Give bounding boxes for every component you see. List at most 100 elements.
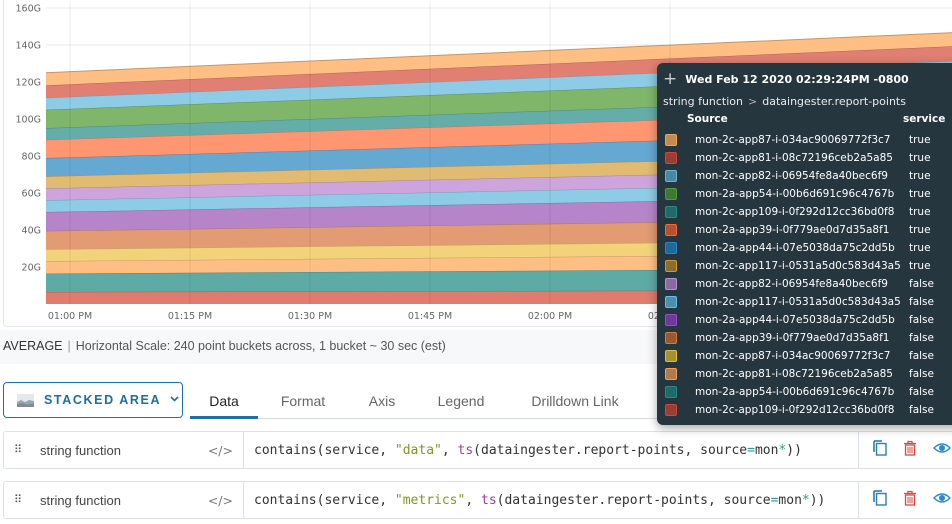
series-color-swatch bbox=[665, 350, 677, 362]
service-value: true bbox=[909, 206, 931, 218]
tooltip-row: mon-2c-app82-i-06954fe8a40bec6f9 false bbox=[657, 275, 952, 293]
query-token: contains(service, bbox=[254, 442, 395, 458]
y-tick-label: 160G bbox=[16, 4, 42, 15]
source-name: mon-2c-app81-i-08c72196ceb2a5a85 bbox=[695, 368, 893, 380]
series-color-swatch bbox=[665, 278, 677, 290]
tab-drilldown-link[interactable]: Drilldown Link bbox=[506, 382, 644, 419]
service-value: true bbox=[909, 242, 931, 254]
query-name-cell: ⠿ string function </> bbox=[4, 432, 244, 468]
source-name: mon-2c-app82-i-06954fe8a40bec6f9 bbox=[695, 170, 888, 182]
horizontal-scale-text: Horizontal Scale: 240 point buckets acro… bbox=[75, 339, 446, 353]
source-name: mon-2a-app44-i-07e5038da75c2dd5b bbox=[695, 314, 895, 326]
stacked-area-icon bbox=[17, 393, 34, 407]
query-row: ⠿ string function </> contains(service, … bbox=[3, 481, 952, 519]
tooltip-row: mon-2c-app117-i-0531a5d0c583d43a5 false bbox=[657, 293, 952, 311]
delete-icon[interactable] bbox=[903, 440, 917, 461]
series-color-swatch bbox=[665, 206, 677, 218]
chart-type-dropdown[interactable]: STACKED AREA bbox=[3, 382, 183, 418]
eye-icon[interactable] bbox=[933, 491, 951, 509]
code-toggle-icon[interactable]: </> bbox=[208, 493, 233, 508]
source-name: mon-2c-app109-i-0f292d12cc36bd0f8 bbox=[695, 404, 895, 416]
tab-legend[interactable]: Legend bbox=[416, 382, 506, 419]
copy-icon[interactable] bbox=[873, 489, 887, 511]
copy-icon[interactable] bbox=[873, 439, 887, 461]
query-token: (dataingester.report-points, source bbox=[473, 442, 748, 458]
query-token: "data" bbox=[394, 442, 442, 458]
series-color-swatch bbox=[665, 134, 677, 146]
y-tick-label: 60G bbox=[22, 189, 41, 200]
hover-tooltip: + Wed Feb 12 2020 02:29:24PM -0800 strin… bbox=[657, 63, 952, 425]
tab-format[interactable]: Format bbox=[258, 382, 348, 419]
query-actions bbox=[859, 432, 951, 468]
query-name[interactable]: string function bbox=[40, 443, 121, 458]
x-tick-label: 01:00 PM bbox=[48, 311, 92, 322]
tooltip-metric-name: dataingester.report-points bbox=[762, 95, 906, 108]
query-token: "metrics" bbox=[394, 492, 466, 508]
drag-handle-icon[interactable]: ⠿ bbox=[14, 445, 28, 456]
aggregation-label: AVERAGE bbox=[3, 339, 63, 353]
x-tick-label: 01:15 PM bbox=[168, 311, 212, 322]
tab-axis[interactable]: Axis bbox=[348, 382, 416, 419]
service-value: true bbox=[909, 152, 931, 164]
service-value: true bbox=[909, 134, 931, 146]
query-token: mon bbox=[754, 442, 779, 458]
tooltip-row: mon-2c-app117-i-0531a5d0c583d43a5 true bbox=[657, 257, 952, 275]
query-name[interactable]: string function bbox=[40, 493, 121, 508]
chart-type-label: STACKED AREA bbox=[44, 393, 162, 407]
query-input[interactable]: contains(service, "data", ts (dataingeste… bbox=[244, 432, 859, 468]
tooltip-row: mon-2a-app54-i-00b6d691c96c4767b true bbox=[657, 185, 952, 203]
service-value: true bbox=[909, 224, 931, 236]
series-color-swatch bbox=[665, 386, 677, 398]
query-name-cell: ⠿ string function </> bbox=[4, 482, 244, 518]
query-row: ⠿ string function </> contains(service, … bbox=[3, 431, 952, 469]
query-token: (dataingester.report-points, source bbox=[496, 492, 771, 508]
y-tick-label: 40G bbox=[22, 226, 41, 237]
y-tick-label: 140G bbox=[16, 41, 42, 52]
eye-icon[interactable] bbox=[933, 441, 951, 459]
series-color-swatch bbox=[665, 368, 677, 380]
drag-handle-icon[interactable]: ⠿ bbox=[14, 495, 28, 506]
source-name: mon-2c-app117-i-0531a5d0c583d43a5 bbox=[695, 260, 901, 272]
service-value: false bbox=[909, 314, 934, 326]
y-tick-label: 120G bbox=[16, 78, 42, 89]
tab-data[interactable]: Data bbox=[190, 382, 258, 419]
tooltip-header: + Wed Feb 12 2020 02:29:24PM -0800 bbox=[663, 71, 909, 88]
query-token: mon bbox=[778, 492, 802, 508]
source-name: mon-2c-app117-i-0531a5d0c583d43a5 bbox=[695, 296, 901, 308]
source-name: mon-2c-app82-i-06954fe8a40bec6f9 bbox=[695, 278, 888, 290]
source-name: mon-2a-app54-i-00b6d691c96c4767b bbox=[695, 386, 895, 398]
query-token: ts bbox=[457, 442, 474, 458]
tooltip-query-name: string function bbox=[663, 95, 744, 108]
series-color-swatch bbox=[665, 188, 677, 200]
tooltip-row: mon-2c-app81-i-08c72196ceb2a5a85 false bbox=[657, 365, 952, 383]
column-header-service: service bbox=[903, 113, 946, 125]
code-toggle-icon[interactable]: </> bbox=[208, 443, 233, 458]
series-color-swatch bbox=[665, 296, 677, 308]
separator: | bbox=[67, 339, 71, 353]
tooltip-row: mon-2a-app39-i-0f779ae0d7d35a8f1 true bbox=[657, 221, 952, 239]
tooltip-query-path: string function > dataingester.report-poin… bbox=[663, 95, 906, 108]
tooltip-row: mon-2a-app44-i-07e5038da75c2dd5b true bbox=[657, 239, 952, 257]
service-value: true bbox=[909, 170, 931, 182]
tooltip-row: mon-2c-app109-i-0f292d12cc36bd0f8 false bbox=[657, 401, 952, 419]
query-token: , bbox=[441, 442, 458, 458]
query-token: , bbox=[465, 492, 481, 508]
x-tick-label: 02:00 PM bbox=[528, 311, 572, 322]
query-token: = bbox=[770, 492, 779, 508]
query-input[interactable]: contains(service, "metrics", ts (datainge… bbox=[244, 482, 859, 518]
delete-icon[interactable] bbox=[903, 490, 917, 511]
plus-icon[interactable]: + bbox=[663, 71, 677, 88]
source-name: mon-2a-app39-i-0f779ae0d7d35a8f1 bbox=[695, 224, 890, 236]
y-tick-label: 20G bbox=[22, 263, 41, 274]
query-token: )) bbox=[786, 442, 802, 458]
tooltip-row: mon-2c-app81-i-08c72196ceb2a5a85 true bbox=[657, 149, 952, 167]
service-value: false bbox=[909, 296, 934, 308]
tooltip-row: mon-2c-app109-i-0f292d12cc36bd0f8 true bbox=[657, 203, 952, 221]
service-value: false bbox=[909, 350, 934, 362]
query-token: ts bbox=[481, 492, 497, 508]
series-color-swatch bbox=[665, 404, 677, 416]
service-value: false bbox=[909, 332, 934, 344]
source-name: mon-2a-app39-i-0f779ae0d7d35a8f1 bbox=[695, 332, 890, 344]
query-token: * bbox=[801, 492, 810, 508]
x-tick-label: 01:45 PM bbox=[408, 311, 452, 322]
